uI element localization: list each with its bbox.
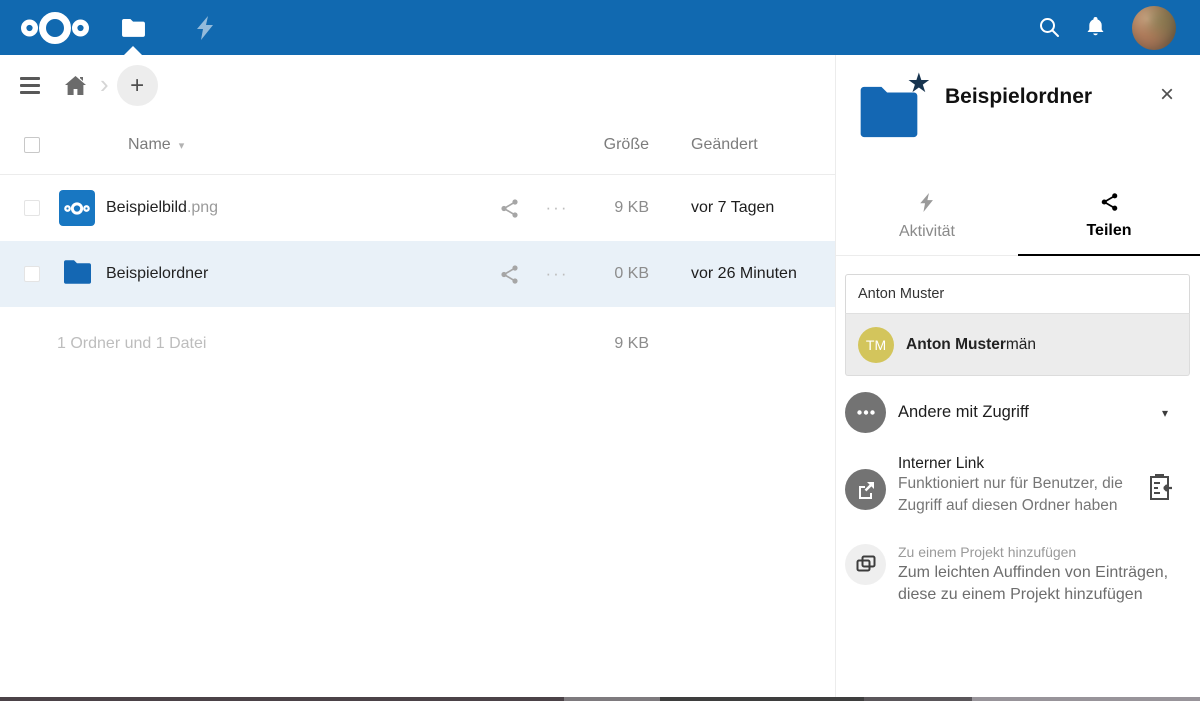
row-checkbox[interactable] [24, 266, 40, 282]
share-icon [501, 265, 518, 284]
internal-link-row: Interner Link Funktioniert nur für Benut… [845, 455, 1190, 518]
file-size: 0 KB [585, 265, 675, 283]
column-header-name[interactable]: Name▾ [59, 136, 489, 154]
nextcloud-logo-icon [20, 9, 90, 47]
summary-size: 9 KB [585, 335, 675, 353]
internal-link-title: Interner Link [898, 455, 1136, 473]
file-modified: vor 7 Tagen [675, 199, 835, 217]
tab-share[interactable]: Teilen [1018, 183, 1200, 256]
file-list-summary: 1 Ordner und 1 Datei 9 KB [0, 307, 835, 381]
files-app-button[interactable] [110, 0, 156, 55]
sort-caret-icon: ▾ [179, 140, 185, 152]
folder-icon [121, 18, 146, 38]
collapse-caret-icon[interactable]: ▾ [1162, 406, 1168, 420]
suggestion-avatar: TM [858, 327, 894, 363]
sharee-suggestion[interactable]: TM Anton Mustermän [845, 313, 1190, 376]
actions-menu-button[interactable]: ··· [529, 264, 585, 284]
summary-count: 1 Ordner und 1 Datei [0, 335, 489, 353]
file-row-beispielordner[interactable]: Beispielordner ··· 0 KB vor 26 Minuten [0, 241, 835, 307]
nextcloud-app: › + Name▾ Größe Geändert [0, 0, 1200, 701]
home-icon [65, 76, 86, 95]
select-all-checkbox[interactable] [24, 137, 40, 153]
file-name[interactable]: Beispielordner [106, 265, 489, 283]
column-header-modified[interactable]: Geändert [675, 136, 835, 154]
details-sidebar: ★ Beispielordner × Aktivität [836, 55, 1200, 698]
projects-icon [845, 544, 886, 585]
suggestion-name: Anton Mustermän [906, 336, 1036, 354]
tab-activity[interactable]: Aktivität [836, 183, 1018, 256]
notifications-button[interactable] [1072, 0, 1118, 55]
copy-internal-link-button[interactable] [1147, 473, 1172, 518]
add-to-project-title: Zu einem Projekt hinzufügen [898, 544, 1190, 560]
file-name[interactable]: Beispielbild.png [106, 199, 489, 217]
add-to-project-description: Zum leichten Auffinden von Einträgen, di… [898, 562, 1190, 607]
activity-app-button[interactable] [182, 0, 228, 55]
breadcrumb-home[interactable] [60, 76, 90, 95]
nextcloud-logo-icon[interactable] [18, 7, 92, 49]
sidebar-tabs: Aktivität Teilen [836, 183, 1200, 256]
row-checkbox[interactable] [24, 200, 40, 216]
actions-menu-button[interactable]: ··· [529, 198, 585, 218]
select-all-cell [0, 137, 59, 153]
app-navigation-toggle[interactable] [0, 77, 60, 94]
file-list-header: Name▾ Größe Geändert [0, 116, 835, 175]
ellipsis-icon [857, 410, 875, 415]
share-button[interactable] [489, 265, 529, 284]
file-size: 9 KB [585, 199, 675, 217]
breadcrumb: › + [0, 55, 835, 116]
files-main: › + Name▾ Größe Geändert [0, 55, 836, 698]
user-avatar[interactable] [1132, 6, 1176, 50]
nextcloud-logo-icon [64, 201, 90, 216]
folder-icon [59, 254, 95, 290]
sharee-search-input[interactable] [845, 274, 1190, 313]
others-access-label: Andere mit Zugriff [898, 403, 1162, 422]
add-to-project-row[interactable]: Zu einem Projekt hinzufügen Zum leichten… [845, 544, 1190, 607]
new-file-button[interactable]: + [117, 65, 158, 106]
favorite-star-icon[interactable]: ★ [907, 70, 931, 97]
bottom-edge-strip [0, 697, 1200, 701]
file-row-beispielbild[interactable]: Beispielbild.png ··· 9 KB vor 7 Tagen [0, 175, 835, 241]
share-icon [501, 199, 518, 218]
lightning-icon [920, 193, 934, 212]
column-header-size[interactable]: Größe [585, 136, 675, 154]
file-modified: vor 26 Minuten [675, 265, 835, 283]
internal-link-icon [845, 469, 886, 510]
share-tab-content: TM Anton Mustermän Andere mit Zugriff ▾ [836, 256, 1200, 607]
folder-preview: ★ [855, 77, 923, 145]
sidebar-title: Beispielordner [945, 85, 1152, 145]
topbar [0, 0, 1200, 55]
internal-link-description: Funktioniert nur für Benutzer, die Zugri… [898, 473, 1136, 518]
close-sidebar-button[interactable]: × [1152, 81, 1182, 111]
bell-icon [1086, 17, 1105, 38]
share-button[interactable] [489, 199, 529, 218]
lightning-icon [197, 16, 214, 40]
topbar-right [1026, 0, 1200, 55]
share-icon [1101, 193, 1118, 211]
image-thumbnail [59, 190, 95, 226]
sidebar-header: ★ Beispielordner × [836, 55, 1200, 145]
clipboard-copy-icon [1147, 473, 1172, 501]
others-access-icon [845, 392, 886, 433]
projects-icon [856, 555, 876, 573]
external-link-icon [857, 481, 875, 499]
active-app-indicator [124, 46, 142, 55]
breadcrumb-chevron-icon: › [100, 71, 109, 97]
others-with-access-row[interactable]: Andere mit Zugriff ▾ [845, 392, 1190, 433]
search-icon [1039, 17, 1060, 38]
search-button[interactable] [1026, 0, 1072, 55]
